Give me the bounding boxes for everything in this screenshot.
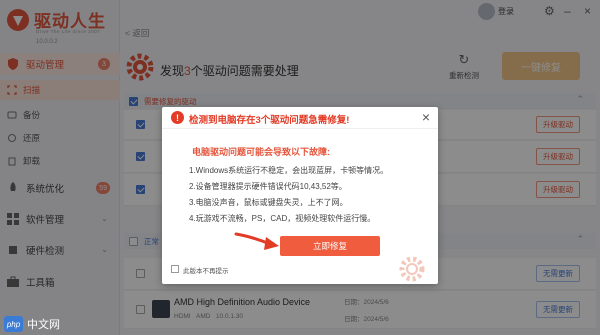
driver-problem-dialog: ! 检测到电脑存在3个驱动问题急需修复! × 电脑驱动问题可能会导致以下故障: … [162,107,438,284]
dont-show-label: 此版本不再提示 [183,268,229,275]
dialog-subtitle: 电脑驱动问题可能会导致以下故障: [192,147,330,157]
dialog-list-item: 2.设备管理器提示硬件错误代码10,43,52等。 [189,182,347,191]
dialog-header: ! 检测到电脑存在3个驱动问题急需修复! × [162,107,438,129]
dialog-list-item: 3.电脑没声音，鼠标或键盘失灵，上不了网。 [189,198,348,207]
gear-icon [399,256,425,282]
arrow-icon [234,232,279,250]
close-icon[interactable]: × [422,109,430,125]
dialog-list-item: 4.玩游戏不流畅，PS，CAD，视频处理软件运行慢。 [189,214,376,223]
dont-show-checkbox[interactable] [171,265,179,273]
watermark-text: 中文网 [27,319,60,331]
dialog-list-item: 1.Windows系统运行不稳定，会出现蓝屏，卡顿等情况。 [189,166,389,175]
php-logo: php [4,316,23,332]
watermark: php 中文网 [4,316,60,332]
warning-icon: ! [171,111,184,124]
dialog-title: 检测到电脑存在3个驱动问题急需修复! [189,115,350,126]
fix-now-button[interactable]: 立即修复 [280,236,380,256]
